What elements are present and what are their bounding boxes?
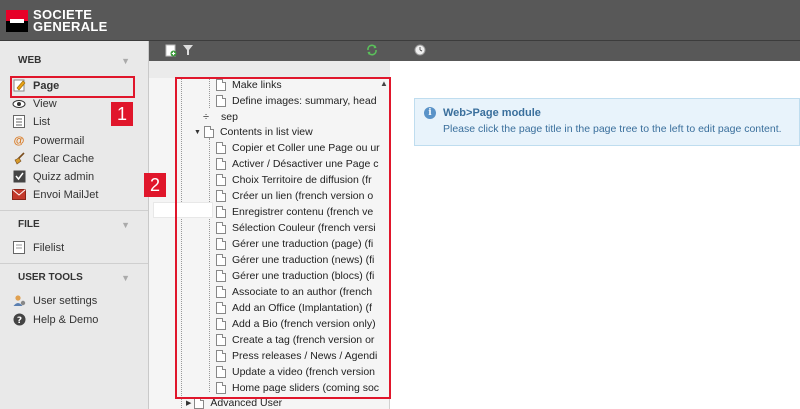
filter-icon[interactable] — [181, 44, 195, 58]
sidebar-item-user-settings[interactable]: User settings — [12, 292, 142, 309]
new-page-icon[interactable] — [164, 44, 178, 58]
tree-toolbar — [149, 61, 390, 78]
sidebar-item-envoi-mailjet[interactable]: Envoi MailJet — [12, 186, 142, 203]
clock-icon[interactable] — [413, 44, 427, 58]
info-text: Please click the page title in the page … — [443, 123, 782, 135]
sidebar-item-clear-cache[interactable]: Clear Cache — [12, 150, 142, 167]
chevron-down-icon[interactable]: ▼ — [121, 267, 130, 289]
callout-number-1: 1 — [111, 102, 133, 126]
chevron-down-icon[interactable]: ▼ — [121, 50, 130, 72]
sidebar-item-filelist[interactable]: Filelist — [12, 239, 142, 256]
callout-highlight-tree — [175, 77, 391, 399]
logo-line2: GENERALE — [33, 18, 108, 34]
sidebar-item-powermail[interactable]: @ Powermail — [12, 132, 142, 149]
callout-number-2: 2 — [144, 173, 166, 197]
section-divider — [0, 210, 148, 211]
at-icon: @ — [13, 134, 25, 147]
section-divider — [0, 263, 148, 264]
info-icon: i — [424, 107, 436, 119]
mail-icon — [12, 188, 26, 202]
eye-icon — [12, 97, 26, 111]
sidebar-item-help-demo[interactable]: ? Help & Demo — [12, 311, 142, 328]
info-title: Web>Page module — [443, 107, 541, 119]
info-message: i Web>Page module Please click the page … — [414, 98, 800, 146]
section-file[interactable]: FILE ▼ — [0, 214, 148, 236]
svg-text:?: ? — [16, 316, 21, 326]
societe-generale-logo[interactable]: SOCIETE GENERALE — [6, 5, 108, 36]
user-settings-icon — [12, 294, 26, 308]
help-icon: ? — [12, 313, 26, 327]
broom-icon — [12, 152, 26, 166]
list-icon — [12, 115, 26, 129]
expand-arrow-icon[interactable]: ▶ — [186, 399, 191, 407]
sidebar-item-quizz-admin[interactable]: Quizz admin — [12, 168, 142, 185]
section-user-tools[interactable]: USER TOOLS ▼ — [0, 267, 148, 289]
top-bar: SOCIETE GENERALE — [0, 0, 800, 41]
doc-header-toolbar — [149, 41, 800, 61]
refresh-icon[interactable] — [365, 44, 379, 58]
quiz-icon — [12, 170, 26, 184]
chevron-down-icon[interactable]: ▼ — [121, 214, 130, 236]
callout-highlight-page — [10, 76, 135, 98]
section-web[interactable]: WEB ▼ — [0, 50, 148, 72]
logo-mark-icon — [6, 9, 28, 32]
filelist-icon — [12, 241, 26, 255]
